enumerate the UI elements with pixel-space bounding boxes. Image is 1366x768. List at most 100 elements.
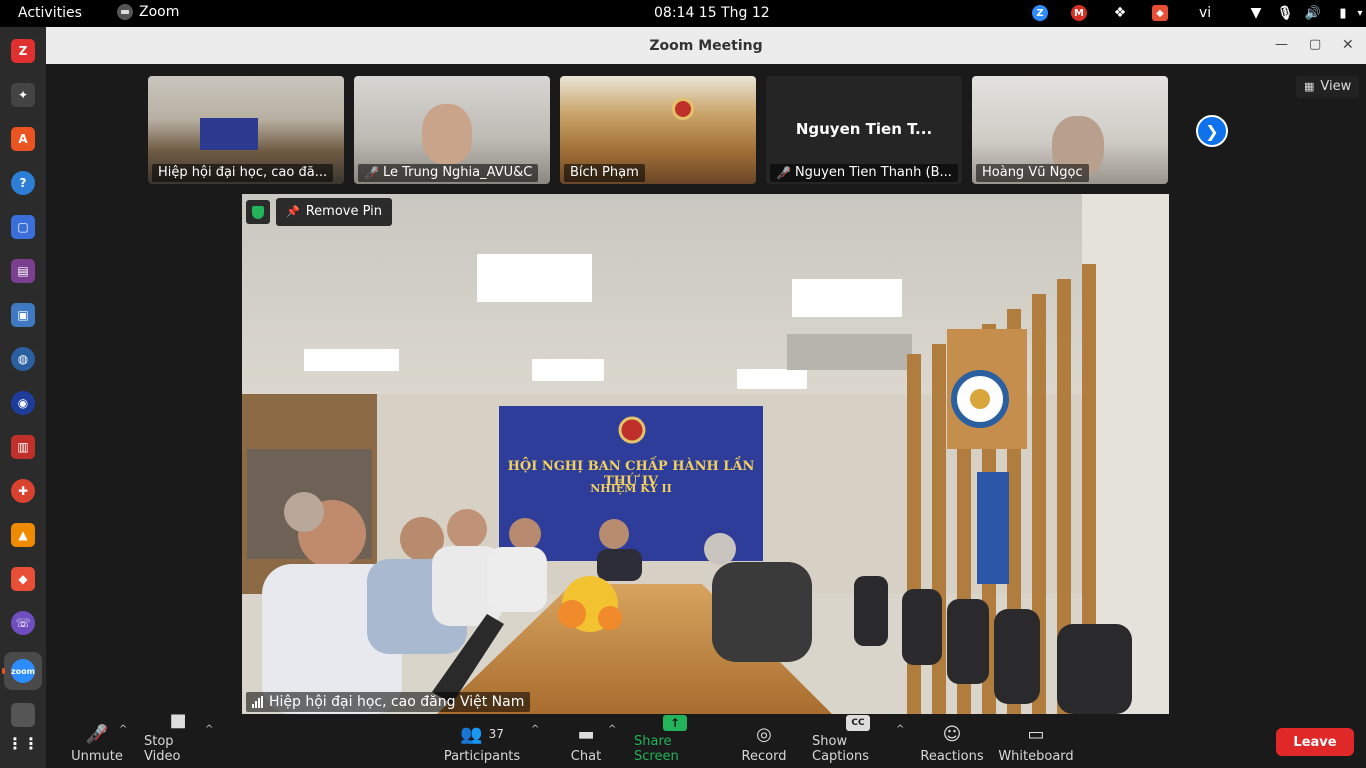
reactions-label: Reactions (920, 749, 984, 764)
terminal-icon[interactable] (11, 703, 35, 727)
stop-video-button[interactable]: ■ Stop Video (144, 710, 212, 764)
main-participant-name: Hiệp hội đại học, cao đăng Việt Nam (269, 694, 525, 710)
main-video[interactable]: HỘI NGHỊ BAN CHẤP HÀNH LẦN THỨ IV NHIỆM … (242, 194, 1169, 714)
encryption-shield-icon[interactable] (246, 200, 270, 224)
app-grid-icon[interactable]: ⋮⋮ (7, 731, 39, 755)
audio-options-caret[interactable]: ^ (119, 724, 127, 735)
participants-icon: 👥 (460, 723, 483, 745)
show-captions-button[interactable]: CC Show Captions (812, 715, 904, 764)
tile-banner-thumbnail (200, 118, 258, 150)
tile-name-label: 🎤̸ Le Trung Nghia_AVU&C (358, 164, 539, 182)
microphone-muted-icon: 🎤̸ (85, 723, 109, 745)
main-participant-label: Hiệp hội đại học, cao đăng Việt Nam (246, 692, 531, 712)
app-menu-label: Zoom (139, 4, 180, 20)
record-icon: ◎ (756, 723, 772, 745)
tile-name-label: Bích Phạm (564, 164, 645, 182)
dock: Z ✦ A ? ▢ ▤ ▣ ◍ ◉ ▥ ✚ ▲ ◆ ☏ zoom ⋮⋮ (0, 27, 46, 768)
gmail-tray-icon[interactable]: M (1071, 5, 1087, 21)
view-label: View (1320, 79, 1352, 94)
microphone-icon[interactable]: 🎙 (1277, 5, 1294, 21)
zoom-app-icon (117, 4, 133, 20)
participant-face (422, 104, 472, 164)
help-icon[interactable]: ? (11, 171, 35, 195)
network-tool-icon[interactable]: ✦ (11, 83, 35, 107)
chat-label: Chat (570, 749, 602, 764)
meeting-stage: Hiệp hội đại học, cao đă... 🎤̸ Le Trung … (46, 64, 1366, 716)
maximize-button[interactable]: ▢ (1309, 37, 1321, 52)
vpn-icon[interactable]: ◉ (11, 391, 35, 415)
app-menu[interactable]: Zoom (117, 4, 179, 20)
whiteboard-label: Whiteboard (998, 749, 1074, 764)
captions-icon: CC (846, 715, 870, 731)
zoom-tray-icon[interactable]: Z (1032, 5, 1048, 21)
lifebuoy-icon[interactable]: ✚ (11, 479, 35, 503)
chat-options-caret[interactable]: ^ (608, 724, 616, 735)
activities-button[interactable]: Activities (18, 5, 82, 21)
participants-label: Participants (443, 749, 521, 764)
anydesk-tray-icon[interactable]: ◆ (1152, 5, 1168, 21)
vlc-icon[interactable]: ▲ (11, 523, 35, 547)
unmute-button[interactable]: 🎤̸ Unmute (71, 720, 123, 765)
book-reader-icon[interactable]: ▥ (11, 435, 35, 459)
system-menu-icon[interactable]: ▾ (1352, 5, 1366, 21)
software-center-icon[interactable]: A (11, 127, 35, 151)
video-camera-icon: ■ (169, 710, 187, 731)
leave-button[interactable]: Leave (1276, 728, 1354, 756)
share-screen-button[interactable]: ↑ Share Screen (634, 715, 716, 764)
video-tile[interactable]: Nguyen Tien T... 🎤̸ Nguyen Tien Thanh (B… (766, 76, 962, 184)
chat-button[interactable]: ▬ Chat (568, 720, 604, 765)
captions-options-caret[interactable]: ^ (896, 724, 904, 735)
anydesk-icon[interactable]: ◆ (11, 567, 35, 591)
meeting-controls: 🎤̸ Unmute ^ ■ Stop Video ^ 👥 37 Particip… (46, 710, 1366, 768)
minimize-button[interactable]: — (1275, 37, 1288, 52)
close-button[interactable]: ✕ (1342, 37, 1354, 53)
conference-room-scene (242, 194, 1169, 714)
window-titlebar: Zoom Meeting — ▢ ✕ (46, 27, 1366, 64)
grid-icon: ▦ (1304, 80, 1315, 93)
view-button[interactable]: ▦ View (1296, 76, 1360, 98)
video-tile[interactable]: Hoàng Vũ Ngọc (972, 76, 1168, 184)
volume-icon[interactable]: 🔊 (1305, 5, 1321, 21)
remote-desktop-icon[interactable]: ▣ (11, 303, 35, 327)
zoom-dock-icon[interactable]: zoom (11, 659, 35, 683)
whiteboard-button[interactable]: ▭ Whiteboard (998, 720, 1074, 765)
battery-icon[interactable]: ▮ (1335, 5, 1351, 21)
viber-icon[interactable]: ☏ (11, 611, 35, 635)
chat-bubble-icon: ▬ (577, 723, 595, 745)
video-tile[interactable]: Hiệp hội đại học, cao đă... (148, 76, 344, 184)
smiley-icon: ☺ (942, 723, 962, 745)
wifi-icon[interactable]: ▼ (1248, 5, 1264, 21)
tile-name-label: 🎤̸ Nguyen Tien Thanh (B... (770, 164, 958, 182)
dropbox-icon[interactable]: ❖ (1112, 5, 1128, 21)
video-editor-icon[interactable]: ▤ (11, 259, 35, 283)
video-tile[interactable]: Bích Phạm (560, 76, 756, 184)
clock[interactable]: 08:14 15 Thg 12 (654, 5, 770, 21)
participants-button[interactable]: 👥 37 Participants (443, 720, 521, 765)
pin-icon: 📌 (286, 205, 300, 218)
system-top-bar: Activities Zoom 08:14 15 Thg 12 Z M ❖ ◆ … (0, 0, 1366, 27)
participants-count: 37 (488, 727, 504, 741)
remove-pin-label: Remove Pin (305, 204, 382, 219)
whiteboard-icon: ▭ (1027, 723, 1045, 745)
tile-center-name: Nguyen Tien T... (795, 120, 933, 138)
next-page-button[interactable]: ❯ (1196, 115, 1228, 147)
reactions-button[interactable]: ☺ Reactions (920, 720, 984, 765)
screenshot-icon[interactable]: ▢ (11, 215, 35, 239)
zotero-icon[interactable]: Z (11, 39, 35, 63)
record-button[interactable]: ◎ Record (741, 720, 787, 765)
window-title: Zoom Meeting (649, 37, 763, 54)
unmute-label: Unmute (71, 749, 123, 764)
video-tile[interactable]: 🎤̸ Le Trung Nghia_AVU&C (354, 76, 550, 184)
input-language[interactable]: vi (1199, 5, 1211, 21)
remove-pin-button[interactable]: 📌 Remove Pin (276, 198, 392, 226)
tile-name-label: Hoàng Vũ Ngọc (976, 164, 1089, 182)
participants-options-caret[interactable]: ^ (531, 724, 539, 735)
zoom-window: Zoom Meeting — ▢ ✕ Hiệp hội đại học, cao… (46, 27, 1366, 768)
participants-icon-row: 👥 37 (460, 722, 504, 746)
video-options-caret[interactable]: ^ (205, 724, 213, 735)
mic-muted-icon: 🎤̸ (776, 166, 791, 180)
browser-globe-icon[interactable]: ◍ (11, 347, 35, 371)
running-indicator (2, 668, 5, 674)
mic-muted-icon: 🎤̸ (364, 166, 379, 180)
share-screen-icon: ↑ (663, 715, 687, 731)
